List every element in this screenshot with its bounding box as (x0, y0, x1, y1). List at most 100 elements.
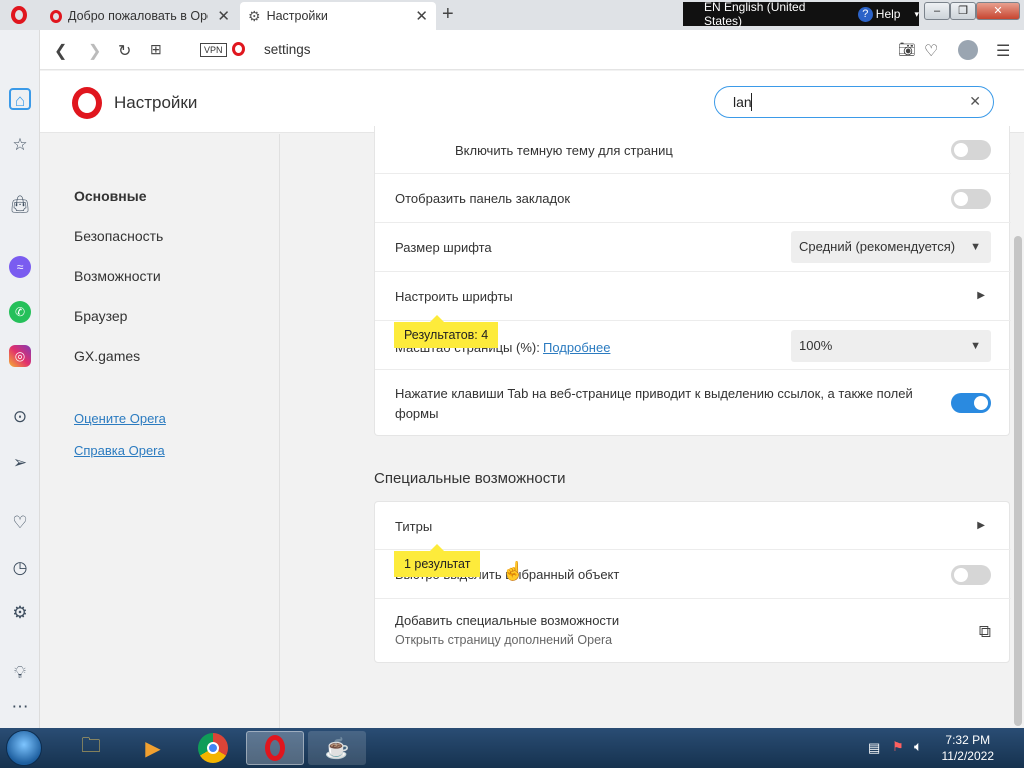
search-results-badge: Результатов: 4 (394, 315, 499, 348)
clock-time: 7:32 PM (945, 733, 991, 747)
bookmarks-bar-row: Отобразить панель закладок (375, 174, 1011, 223)
history-icon[interactable]: ◷ (9, 557, 31, 579)
home-icon[interactable]: ⌂ (9, 88, 31, 110)
tab-settings[interactable]: ⚙ Настройки ✕ (240, 2, 436, 30)
opera-favicon-icon (50, 9, 62, 23)
opera-logo-icon (72, 87, 102, 119)
opera-menu-icon[interactable] (11, 6, 27, 24)
send-icon[interactable]: ➢ (9, 452, 31, 474)
clear-search-icon[interactable]: ✕ (969, 93, 981, 110)
close-window-button[interactable]: ✕ (976, 2, 1020, 20)
quick-highlight-toggle[interactable] (951, 565, 991, 585)
font-size-row: Размер шрифта Средний (рекомендуется) ▼ (375, 223, 1011, 272)
tab-title: Добро пожаловать в Opera (68, 9, 208, 23)
dropdown-arrow-icon: ▼ (970, 241, 981, 253)
tab-welcome[interactable]: Добро пожаловать в Opera ✕ (42, 2, 238, 30)
heart-icon[interactable]: ♡ (9, 512, 31, 534)
new-tab-button[interactable]: + (442, 3, 454, 26)
opera-taskbar-icon[interactable] (246, 731, 304, 765)
back-icon[interactable]: ❮ (54, 41, 67, 61)
add-accessibility-row[interactable]: Добавить специальные возможности Открыть… (375, 599, 1011, 664)
accessibility-card: Титры ▶ Быстро выделить выбранный объект… (374, 501, 1011, 664)
text-cursor (751, 93, 752, 111)
settings-gear-icon[interactable]: ⚙ (9, 602, 31, 624)
dark-pages-toggle[interactable] (951, 140, 991, 160)
chevron-right-icon: ▶ (977, 290, 985, 301)
clock[interactable]: 7:32 PM 11/2/2022 (942, 732, 995, 764)
language-label[interactable]: EN English (United States) (704, 0, 846, 28)
close-tab-icon[interactable]: ✕ (217, 7, 230, 25)
bookmarks-bar-label: Отобразить панель закладок (395, 191, 571, 206)
rate-opera-link[interactable]: Оцените Opera (74, 411, 166, 426)
settings-nav: Основные Безопасность Возможности Браузе… (40, 134, 280, 728)
language-bar[interactable]: EN English (United States) ? Help ▾ (683, 0, 919, 28)
nav-item-gxgames[interactable]: GX.games (74, 348, 140, 364)
dark-pages-row: Включить темную тему для страниц (375, 126, 1011, 174)
opera-sidebar: ⌂ ☆ 👜︎ ≈ ✆ ◎ ⊙ ➢ ♡ ◷ ⚙ 💡︎ ⋯ (0, 30, 40, 728)
search-input[interactable]: lan (733, 94, 752, 110)
bookmarks-bar-toggle[interactable] (951, 189, 991, 209)
captions-label: Титры (395, 519, 433, 534)
address-field[interactable]: settings (264, 42, 311, 57)
tab-title: Настройки (266, 9, 328, 23)
search-result-badge: 1 результат (394, 544, 481, 577)
camera-icon[interactable]: 📷︎ (898, 41, 916, 58)
nav-item-security[interactable]: Безопасность (74, 228, 163, 244)
star-icon[interactable]: ☆ (9, 134, 31, 156)
chrome-icon[interactable] (184, 731, 242, 765)
volume-icon[interactable]: 🔈︎ (914, 738, 922, 755)
java-icon[interactable]: ☕ (308, 731, 366, 765)
help-label[interactable]: Help (876, 7, 901, 21)
explorer-icon[interactable]: 🗀 (62, 731, 120, 765)
vpn-badge[interactable]: VPN (200, 43, 227, 57)
lightbulb-icon[interactable]: 💡︎ (9, 662, 31, 684)
messenger-icon[interactable]: ≈ (9, 256, 31, 278)
more-icon[interactable]: ⋯ (9, 696, 31, 718)
tab-highlight-label: Нажатие клавиши Tab на веб-странице прив… (395, 386, 913, 421)
tabs-grid-icon[interactable]: ⊞ (150, 41, 162, 58)
chevron-down-icon[interactable]: ▾ (914, 9, 919, 20)
minimize-button[interactable]: – (924, 2, 950, 20)
nav-item-basic[interactable]: Основные (74, 188, 147, 204)
shopping-bag-icon[interactable]: 👜︎ (9, 194, 31, 216)
start-button[interactable] (6, 730, 42, 766)
dropdown-arrow-icon: ▼ (970, 340, 981, 352)
avatar[interactable] (958, 40, 978, 60)
font-size-value: Средний (рекомендуется) (799, 239, 956, 254)
taskbar: 🗀 ▶ ☕ ▤ ⚑ 🔈︎ 7:32 PM 11/2/2022 (0, 728, 1024, 768)
media-player-icon[interactable]: ▶ (124, 731, 182, 765)
flag-icon[interactable]: ⚑ (892, 739, 904, 755)
page-zoom-value: 100% (799, 338, 833, 353)
heart-icon[interactable]: ♡ (924, 41, 938, 61)
hand-cursor-icon: ☝ (502, 561, 525, 581)
font-size-select[interactable]: Средний (рекомендуется) ▼ (791, 231, 991, 263)
scrollbar-thumb[interactable] (1014, 236, 1022, 726)
opera-page-icon (232, 42, 245, 56)
page-zoom-select[interactable]: 100% ▼ (791, 330, 991, 362)
easy-setup-icon[interactable]: ☰ (996, 41, 1010, 61)
forward-icon[interactable]: ❯ (88, 41, 101, 61)
nav-item-browser[interactable]: Браузер (74, 308, 127, 324)
instagram-icon[interactable]: ◎ (9, 345, 31, 367)
zoom-more-link[interactable]: Подробнее (543, 340, 610, 355)
tab-highlight-toggle[interactable] (951, 393, 991, 413)
customize-fonts-row[interactable]: Настроить шрифты ▶ (375, 272, 1011, 321)
captions-row[interactable]: Титры ▶ (375, 502, 1011, 550)
tab-strip: Добро пожаловать в Opera ✕ ⚙ Настройки ✕… (0, 0, 1024, 30)
whatsapp-icon[interactable]: ✆ (9, 301, 31, 323)
opera-help-link[interactable]: Справка Opera (74, 443, 165, 458)
accessibility-heading: Специальные возможности (374, 470, 566, 487)
add-accessibility-sublabel: Открыть страницу дополнений Opera (395, 633, 613, 647)
page-title: Настройки (114, 93, 198, 112)
font-size-label: Размер шрифта (395, 240, 492, 255)
settings-search[interactable]: lan ✕ (714, 86, 994, 118)
tab-highlight-row: Нажатие клавиши Tab на веб-странице прив… (375, 370, 1011, 436)
restore-button[interactable]: ❐ (950, 2, 976, 20)
player-icon[interactable]: ⊙ (9, 406, 31, 428)
network-icon[interactable]: ▤ (868, 740, 880, 756)
close-tab-icon[interactable]: ✕ (415, 7, 428, 25)
customize-fonts-label: Настроить шрифты (395, 289, 513, 304)
reload-icon[interactable]: ↻ (118, 41, 131, 61)
nav-item-features[interactable]: Возможности (74, 268, 161, 284)
chevron-right-icon: ▶ (977, 520, 985, 531)
